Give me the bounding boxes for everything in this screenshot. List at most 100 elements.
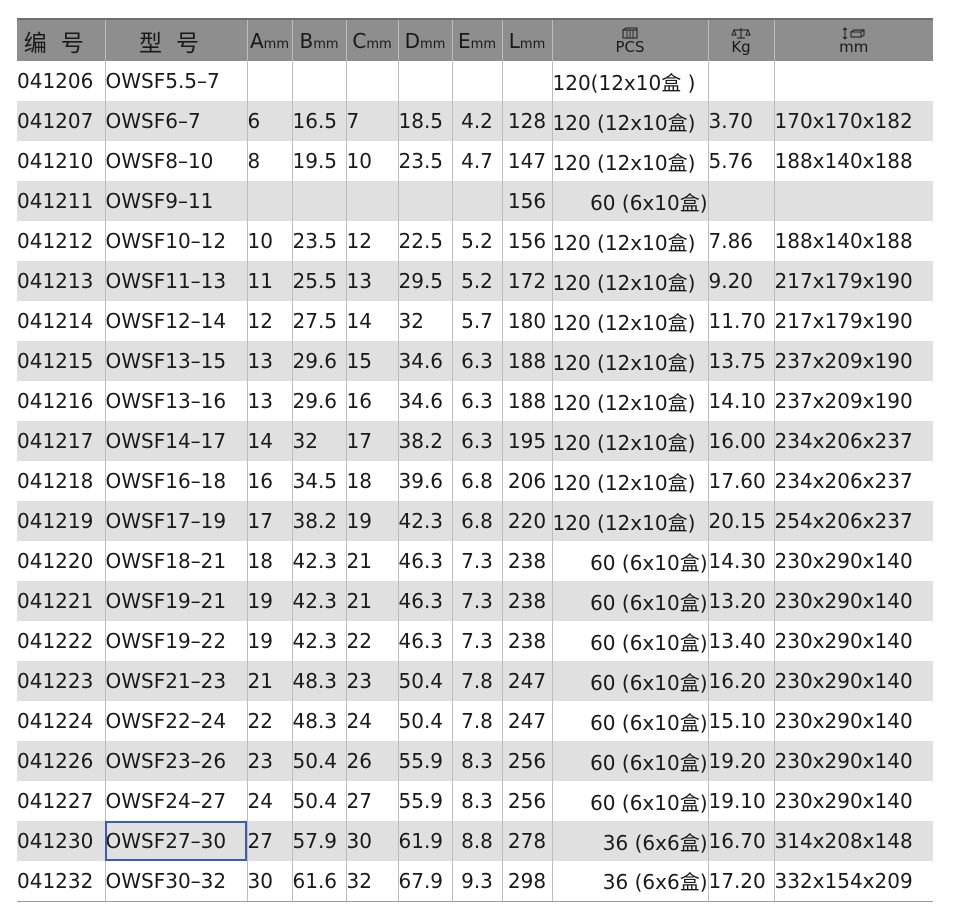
cell-model[interactable]: OWSF16–18 [104, 461, 248, 501]
cell-kg: 7.86 [707, 221, 775, 261]
cell-pack: 120 (12x10盒) [551, 501, 709, 541]
cell-model[interactable]: OWSF6–7 [104, 101, 248, 141]
header-e-letter: E [458, 28, 471, 53]
cell-kg: 11.70 [707, 301, 775, 341]
cell-b: 34.5 [291, 461, 347, 501]
cell-a: 8 [246, 141, 293, 181]
cell-a: 14 [246, 421, 293, 461]
cell-model[interactable]: OWSF19–21 [104, 581, 248, 621]
cell-model[interactable]: OWSF30–32 [104, 861, 248, 902]
header-size: mm [773, 18, 933, 61]
cell-code: 041206 [17, 61, 106, 101]
cell-code: 041210 [17, 141, 106, 181]
cell-kg [707, 181, 775, 221]
cell-size [773, 181, 933, 221]
table-row: 041223 OWSF21–23 21 48.3 23 50.4 7.8 247 60 (6x1… [17, 661, 933, 701]
cell-c: 19 [345, 501, 399, 541]
cell-l: 188 [501, 341, 553, 381]
cell-model[interactable]: OWSF14–17 [104, 421, 248, 461]
header-d-letter: D [404, 28, 421, 53]
cell-model[interactable]: OWSF17–19 [104, 501, 248, 541]
spec-body: 041206 OWSF5.5–7 120(12x10盒 ) 041207 OWSF6–7… [17, 61, 933, 902]
cell-l: 156 [501, 181, 553, 221]
cell-code: 041221 [17, 581, 106, 621]
table-row: 041212 OWSF10–12 10 23.5 12 22.5 5.2 156 120 (12… [17, 221, 933, 261]
cell-e: 7.3 [451, 581, 503, 621]
cell-c: 21 [345, 581, 399, 621]
cell-pack: 120 (12x10盒) [551, 421, 709, 461]
cell-code: 041230 [17, 821, 106, 861]
cell-a: 19 [246, 621, 293, 661]
cell-e: 8.3 [451, 741, 503, 781]
cell-l: 188 [501, 381, 553, 421]
cell-size: 314x208x148 [773, 821, 933, 861]
cell-a: 24 [246, 781, 293, 821]
cell-pack: 120 (12x10盒) [551, 301, 709, 341]
cell-kg: 16.70 [707, 821, 775, 861]
cell-c: 30 [345, 821, 399, 861]
cell-size: 254x206x237 [773, 501, 933, 541]
cell-l: 238 [501, 621, 553, 661]
table-row: 041220 OWSF18–21 18 42.3 21 46.3 7.3 238 60 (6x1… [17, 541, 933, 581]
cell-model[interactable]: OWSF19–22 [104, 621, 248, 661]
spec-table: 编号 型号 Amm Bmm Cmm Dmm Emm Lmm PCS Kg mm … [17, 18, 933, 902]
cell-d: 29.5 [397, 261, 453, 301]
header-d: Dmm [397, 18, 453, 61]
header-kg-label: Kg [731, 38, 751, 56]
cell-d [397, 61, 453, 101]
cell-b: 29.6 [291, 341, 347, 381]
cell-model[interactable]: OWSF9–11 [104, 181, 248, 221]
cell-model[interactable]: OWSF18–21 [104, 541, 248, 581]
cell-e: 8.8 [451, 821, 503, 861]
cell-model[interactable]: OWSF10–12 [104, 221, 248, 261]
cell-model[interactable]: OWSF13–16 [104, 381, 248, 421]
table-row: 041217 OWSF14–17 14 32 17 38.2 6.3 195 120 (12x1… [17, 421, 933, 461]
cell-b: 48.3 [291, 701, 347, 741]
cell-kg: 14.10 [707, 381, 775, 421]
cell-code: 041207 [17, 101, 106, 141]
cell-model[interactable]: OWSF8–10 [104, 141, 248, 181]
cell-size: 230x290x140 [773, 741, 933, 781]
cell-d: 55.9 [397, 781, 453, 821]
cell-model[interactable]: OWSF21–23 [104, 661, 248, 701]
cell-model[interactable]: OWSF22–24 [104, 701, 248, 741]
cell-c: 7 [345, 101, 399, 141]
cell-code: 041216 [17, 381, 106, 421]
cell-kg: 19.20 [707, 741, 775, 781]
cell-c: 16 [345, 381, 399, 421]
header-kg: Kg [707, 18, 775, 61]
cell-e: 6.8 [451, 461, 503, 501]
cell-code: 041211 [17, 181, 106, 221]
cell-model[interactable]: OWSF24–27 [104, 781, 248, 821]
cell-a: 13 [246, 381, 293, 421]
cell-c: 14 [345, 301, 399, 341]
table-row: 041216 OWSF13–16 13 29.6 16 34.6 6.3 188 120 (12… [17, 381, 933, 421]
table-row: 041222 OWSF19–22 19 42.3 22 46.3 7.3 238 60 (6x1… [17, 621, 933, 661]
cell-model[interactable]: OWSF11–13 [104, 261, 248, 301]
cell-model[interactable]: OWSF12–14 [104, 301, 248, 341]
cell-l: 238 [501, 581, 553, 621]
table-row: 041215 OWSF13–15 13 29.6 15 34.6 6.3 188 120 (12… [17, 341, 933, 381]
cell-model[interactable]: OWSF5.5–7 [104, 61, 248, 101]
cell-l: 206 [501, 461, 553, 501]
cell-c: 13 [345, 261, 399, 301]
cell-kg: 17.60 [707, 461, 775, 501]
cell-a [246, 61, 293, 101]
cell-code: 041218 [17, 461, 106, 501]
cell-c: 15 [345, 341, 399, 381]
cell-code: 041213 [17, 261, 106, 301]
cell-model[interactable]: OWSF13–15 [104, 341, 248, 381]
cell-model[interactable]: OWSF23–26 [104, 741, 248, 781]
cell-e: 8.3 [451, 781, 503, 821]
cell-model[interactable]: OWSF27–30 [104, 821, 248, 861]
cell-l: 147 [501, 141, 553, 181]
cell-d: 34.6 [397, 381, 453, 421]
cell-d: 67.9 [397, 861, 453, 902]
cell-c: 24 [345, 701, 399, 741]
cell-kg [707, 61, 775, 101]
cell-kg: 13.20 [707, 581, 775, 621]
header-b: Bmm [291, 18, 347, 61]
cell-a: 19 [246, 581, 293, 621]
cell-b: 42.3 [291, 541, 347, 581]
cell-pack: 36 (6x6盒) [551, 821, 709, 861]
